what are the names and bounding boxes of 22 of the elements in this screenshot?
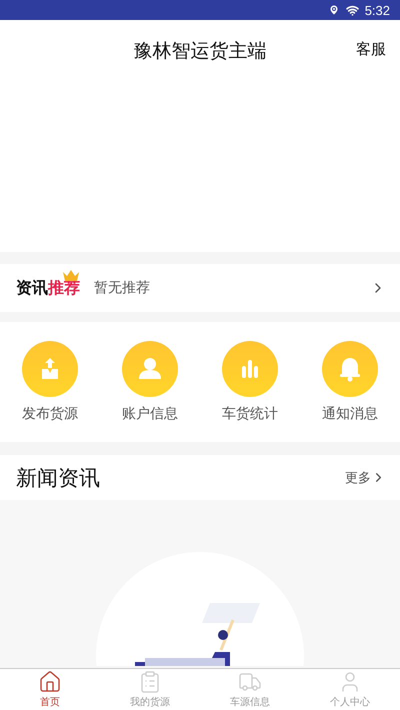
quick-action[interactable]: 发布货源 bbox=[0, 341, 100, 423]
person-icon bbox=[122, 341, 178, 397]
upload-box-icon bbox=[22, 341, 78, 397]
app-title: 豫林智运货主端 bbox=[134, 39, 266, 64]
customer-service-button[interactable]: 客服 bbox=[356, 40, 386, 59]
recommend-label: 资讯 bbox=[16, 278, 48, 298]
bell-icon bbox=[322, 341, 378, 397]
status-time: 5:32 bbox=[364, 2, 390, 18]
nav-tab[interactable]: 首页 bbox=[0, 669, 100, 710]
recommend-text: 暂无推荐 bbox=[94, 279, 151, 297]
quick-action[interactable]: 账户信息 bbox=[100, 341, 200, 423]
more-link[interactable]: 更多 bbox=[345, 468, 386, 486]
crown-icon bbox=[62, 269, 80, 281]
bar-chart-icon bbox=[222, 341, 278, 397]
recommend-highlight: 推荐 bbox=[48, 278, 80, 298]
quick-action[interactable]: 车货统计 bbox=[200, 341, 300, 423]
location-icon bbox=[328, 4, 340, 16]
wifi-icon bbox=[346, 4, 359, 16]
news-title: 新闻资讯 bbox=[16, 464, 100, 492]
quick-action[interactable]: 通知消息 bbox=[300, 341, 400, 423]
more-text: 更多 bbox=[345, 470, 371, 486]
home-icon bbox=[38, 670, 62, 694]
